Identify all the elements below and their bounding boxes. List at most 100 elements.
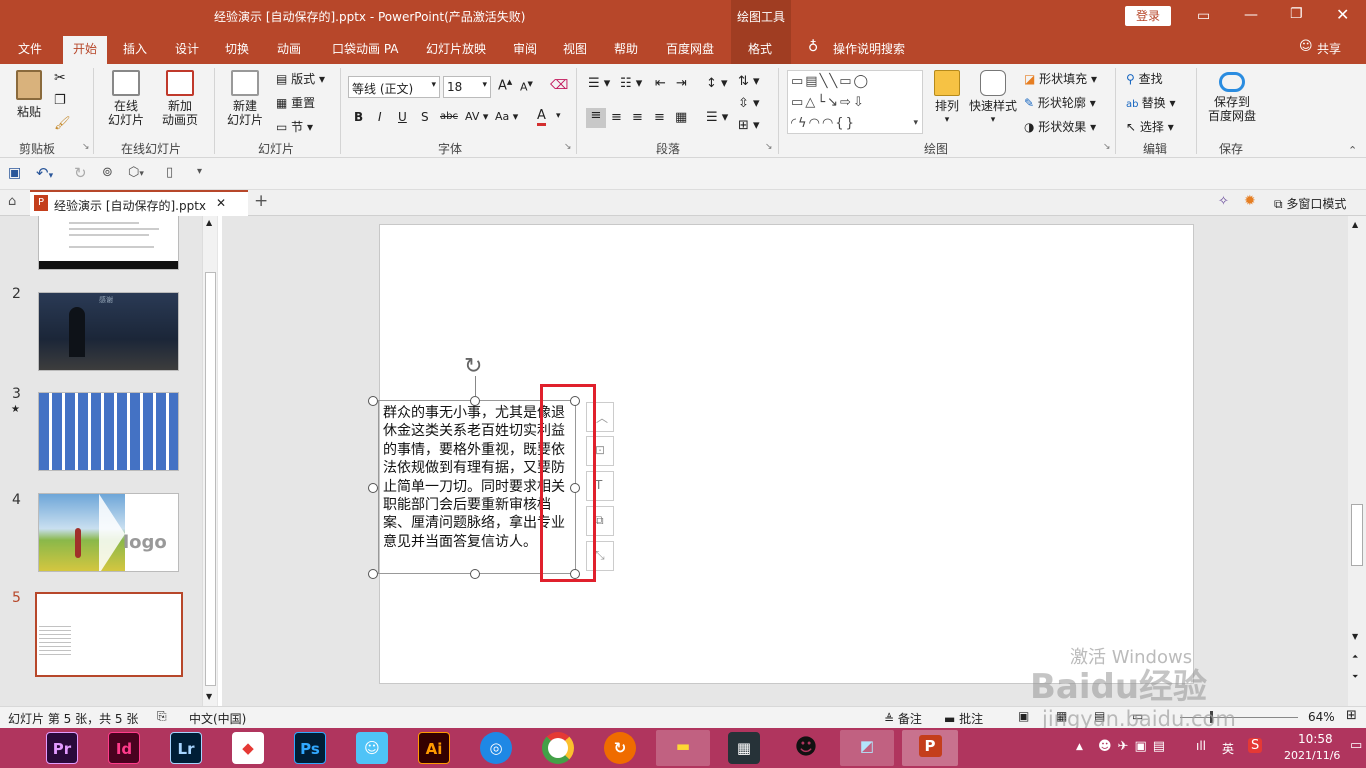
slide-thumbnail-5-selected[interactable] <box>35 592 183 677</box>
tab-file[interactable]: 文件 <box>18 40 42 57</box>
tray-expand-icon[interactable]: ▲ <box>1076 742 1083 752</box>
tab-insert[interactable]: 插入 <box>123 40 147 57</box>
slide-thumbnail-1[interactable] <box>38 216 179 270</box>
underline-icon[interactable]: U <box>398 110 407 124</box>
resize-handle-t[interactable] <box>470 396 480 406</box>
tab-review[interactable]: 审阅 <box>513 40 537 57</box>
tab-slideshow[interactable]: 幻灯片放映 <box>426 40 486 57</box>
clock-time[interactable]: 10:58 <box>1298 732 1333 746</box>
increase-indent-icon[interactable]: ⇥ <box>676 76 687 91</box>
smartart-icon[interactable]: ⊞ ▾ <box>738 118 760 133</box>
shape-fill-button[interactable]: ◪ 形状填充 ▾ <box>1024 70 1097 87</box>
zoom-level[interactable]: 64% <box>1308 710 1335 724</box>
arrange-button[interactable]: 排列 ▾ <box>930 70 964 127</box>
align-left-icon[interactable]: ≡ <box>586 108 606 128</box>
tell-me-search[interactable]: 操作说明搜索 <box>833 40 905 57</box>
shape-outline-button[interactable]: ✎ 形状轮廓 ▾ <box>1024 94 1096 111</box>
maximize-icon[interactable]: ❐ <box>1290 6 1303 22</box>
cut-icon[interactable]: ✂ <box>54 70 66 86</box>
share-button[interactable]: 共享 <box>1317 40 1341 57</box>
copy-icon[interactable]: ❐ <box>54 93 66 108</box>
numbering-icon[interactable]: ☷ ▾ <box>620 76 642 91</box>
tab-format[interactable]: 格式 <box>748 40 772 57</box>
presentation-icon[interactable]: ⊚ <box>102 165 113 180</box>
online-slide-button[interactable]: 在线 幻灯片 <box>100 70 152 127</box>
change-case-icon[interactable]: Aa ▾ <box>495 110 518 123</box>
replace-button[interactable]: ab 替换 ▾ <box>1126 94 1176 111</box>
wifi-icon[interactable]: ıll <box>1196 739 1206 753</box>
browser-icon[interactable]: ◎ <box>480 732 512 764</box>
section-button[interactable]: ▭ 节 ▾ <box>276 118 313 135</box>
select-button[interactable]: ↖ 选择 ▾ <box>1126 118 1174 135</box>
customize-qat-icon[interactable]: ▾ <box>197 166 202 177</box>
thumbnail-scrollbar[interactable]: ▲ ▼ <box>202 216 217 706</box>
new-animation-page-button[interactable]: 新加 动画页 <box>156 70 204 127</box>
prev-slide-icon[interactable]: ⏶ <box>1352 652 1358 662</box>
tab-pocket-animation[interactable]: 口袋动画 PA <box>332 40 399 57</box>
font-name-select[interactable]: 等线 (正文) ▾ <box>348 76 440 98</box>
char-spacing-icon[interactable]: AV ▾ <box>465 110 488 123</box>
shapes-gallery[interactable]: ▭▤╲╲▭◯ ▭△└↘⇨⇩ ◜ϟ◠◠{} ▾ <box>787 70 923 134</box>
close-tab-icon[interactable]: ✕ <box>216 196 226 210</box>
tab-design[interactable]: 设计 <box>175 40 199 57</box>
indesign-icon[interactable]: Id <box>108 732 140 764</box>
scroll-down-icon[interactable]: ▼ <box>1352 632 1358 641</box>
scroll-down-icon[interactable]: ▼ <box>206 692 212 701</box>
slide-thumbnail-2[interactable]: 感谢 <box>38 292 179 371</box>
spell-check-icon[interactable]: ⎘ <box>157 709 167 724</box>
tab-view[interactable]: 视图 <box>563 40 587 57</box>
resize-handle-tl[interactable] <box>368 396 378 406</box>
editor-scroll-thumb[interactable] <box>1351 504 1363 566</box>
comments-button[interactable]: ▬ 批注 <box>944 710 983 727</box>
bullets-icon[interactable]: ☰ ▾ <box>588 76 610 91</box>
sogou-icon[interactable]: S <box>1248 738 1263 753</box>
notes-app-icon[interactable]: ◩ <box>840 730 894 766</box>
scroll-up-icon[interactable]: ▲ <box>1352 220 1358 229</box>
rotate-handle-icon[interactable]: ↻ <box>464 354 482 379</box>
drawing-dialog-launcher-icon[interactable]: ↘ <box>1103 142 1111 152</box>
gear-icon[interactable]: ✹ <box>1244 193 1256 209</box>
next-slide-icon[interactable]: ⏷ <box>1352 672 1358 682</box>
tab-home[interactable]: 开始 <box>63 36 108 64</box>
close-icon[interactable]: ✕ <box>1336 5 1349 24</box>
multi-window-button[interactable]: ⧉ 多窗口模式 <box>1274 195 1346 212</box>
powerpoint-taskbar-icon[interactable]: P <box>902 730 958 766</box>
home-icon[interactable]: ⌂ <box>8 194 16 209</box>
quick-styles-button[interactable]: 快速样式 ▾ <box>966 70 1020 127</box>
media-player-icon[interactable]: ↻ <box>604 732 636 764</box>
align-text-icon[interactable]: ⇳ ▾ <box>738 96 760 111</box>
font-shrink-icon[interactable]: A▼ <box>520 80 533 94</box>
minimize-icon[interactable]: — <box>1244 7 1258 23</box>
line-spacing-icon[interactable]: ↕ ▾ <box>706 76 728 91</box>
fit-to-window-icon[interactable]: ⊞ <box>1346 708 1357 723</box>
shape-effects-button[interactable]: ◑ 形状效果 ▾ <box>1024 118 1096 135</box>
magic-icon[interactable]: ✧ <box>1218 194 1229 209</box>
shadow-icon[interactable]: S <box>421 110 429 124</box>
document-tab[interactable]: P 经验演示 [自动保存的].pptx ✕ <box>30 190 248 216</box>
justify-icon[interactable]: ≡ <box>654 110 665 125</box>
new-slide-button[interactable]: 新建 幻灯片 <box>220 70 270 127</box>
photoshop-icon[interactable]: Ps <box>294 732 326 764</box>
layout-button[interactable]: ▤ 版式 ▾ <box>276 70 325 87</box>
qq-icon[interactable]: ☻ <box>790 732 822 764</box>
editor-scrollbar[interactable]: ▲ ▼ ⏶ ⏷ <box>1348 216 1366 706</box>
save-icon[interactable]: ▣ <box>8 165 21 181</box>
notes-button[interactable]: ≜ 备注 <box>884 710 922 727</box>
resize-handle-l[interactable] <box>368 483 378 493</box>
video-editor-icon[interactable]: ▦ <box>728 732 760 764</box>
slide-thumbnail-4[interactable]: logo <box>38 493 179 572</box>
notification-icon[interactable]: ▭ <box>1350 738 1362 753</box>
language-status[interactable]: 中文(中国) <box>189 710 246 727</box>
font-color-dropdown-icon[interactable]: ▾ <box>556 111 561 121</box>
file-explorer-icon[interactable]: ▬ <box>656 730 710 766</box>
dialog-launcher-icon[interactable]: ↘ <box>82 142 90 152</box>
normal-view-icon[interactable]: ▣ <box>1018 709 1029 723</box>
login-button[interactable]: 登录 <box>1125 6 1171 26</box>
chat-app-icon[interactable]: ☺ <box>356 732 388 764</box>
clear-format-icon[interactable]: ⌫ <box>550 78 568 93</box>
columns-icon[interactable]: ☰ ▾ <box>706 110 728 125</box>
font-dialog-launcher-icon[interactable]: ↘ <box>564 142 572 152</box>
distribute-icon[interactable]: ▦ <box>675 110 687 125</box>
collapse-ribbon-icon[interactable]: ⌃ <box>1348 144 1357 157</box>
resize-handle-bl[interactable] <box>368 569 378 579</box>
